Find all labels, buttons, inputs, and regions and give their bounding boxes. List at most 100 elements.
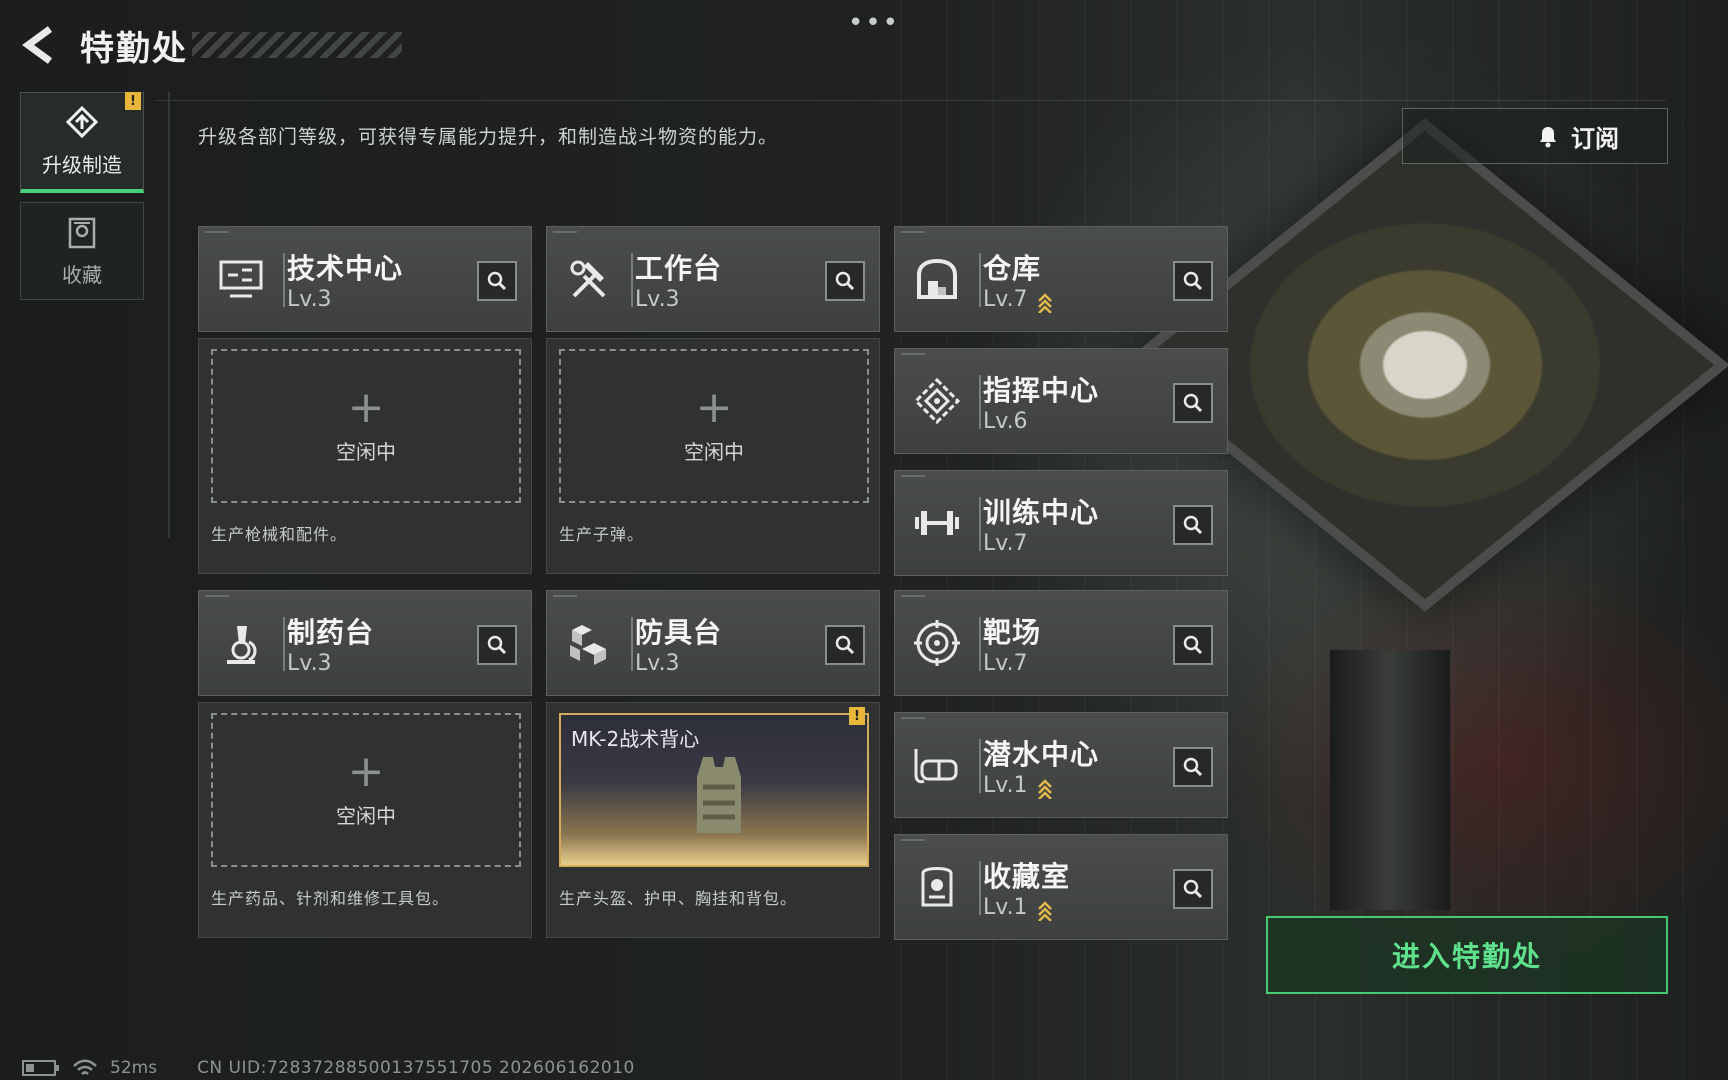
search-icon bbox=[1183, 757, 1203, 777]
dumbbell-icon bbox=[907, 493, 967, 553]
facility-card-workbench[interactable]: 工作台 Lv.3 bbox=[546, 226, 880, 332]
inspect-button[interactable] bbox=[1173, 625, 1213, 665]
inspect-button[interactable] bbox=[1173, 869, 1213, 909]
facility-card-diving-center[interactable]: 潜水中心 Lv.1 bbox=[894, 712, 1228, 818]
production-panel-workbench: + 空闲中 生产子弹。 bbox=[546, 338, 880, 574]
facility-name: 指挥中心 bbox=[983, 374, 1100, 407]
facility-name: 仓库 bbox=[983, 252, 1042, 285]
ping-readout: 52ms bbox=[110, 1058, 158, 1078]
facility-level: Lv.7 bbox=[983, 651, 1028, 676]
card-tick bbox=[901, 231, 925, 233]
search-icon bbox=[487, 271, 507, 291]
plus-icon: + bbox=[695, 381, 733, 433]
enter-button-label: 进入特勤处 bbox=[1391, 940, 1542, 973]
search-icon bbox=[1183, 879, 1203, 899]
inspect-button[interactable] bbox=[825, 625, 865, 665]
production-slot-empty[interactable]: + 空闲中 bbox=[211, 713, 521, 867]
separator bbox=[631, 617, 633, 671]
facility-name: 制药台 bbox=[287, 616, 375, 649]
facility-card-collection-room[interactable]: 收藏室 Lv.1 bbox=[894, 834, 1228, 940]
warehouse-icon bbox=[907, 249, 967, 309]
card-tick bbox=[901, 717, 925, 719]
upgrade-craft-icon bbox=[65, 105, 99, 138]
inspect-button[interactable] bbox=[1173, 747, 1213, 787]
nav-divider bbox=[168, 92, 170, 538]
facility-name: 工作台 bbox=[635, 252, 723, 285]
inspect-button[interactable] bbox=[477, 261, 517, 301]
facility-level: Lv.1 bbox=[983, 895, 1028, 920]
bell-icon bbox=[1540, 127, 1556, 148]
facility-level: Lv.3 bbox=[635, 651, 680, 676]
alert-badge: ! bbox=[125, 92, 141, 110]
card-tick bbox=[553, 231, 577, 233]
status-bar: 52ms CN UID:7283728850013755170​5 202606… bbox=[22, 1056, 635, 1080]
facility-level: Lv.3 bbox=[287, 651, 332, 676]
search-icon bbox=[1183, 271, 1203, 291]
facility-level: Lv.7 bbox=[983, 531, 1028, 556]
search-icon bbox=[835, 635, 855, 655]
card-tick bbox=[205, 231, 229, 233]
more-menu-dots[interactable]: ••• bbox=[848, 8, 900, 38]
nav-item-upgrade-craft[interactable]: ! 升级制造 bbox=[20, 92, 144, 193]
separator bbox=[631, 253, 633, 307]
facility-card-shooting-range[interactable]: 靶场 Lv.7 bbox=[894, 590, 1228, 696]
crates-icon bbox=[559, 613, 619, 673]
slot-status: 空闲中 bbox=[336, 439, 396, 464]
production-description: 生产枪械和配件。 bbox=[211, 525, 348, 544]
enter-button[interactable]: 进入特勤处 bbox=[1266, 916, 1668, 994]
production-description: 生产子弹。 bbox=[559, 525, 645, 544]
facility-card-training-center[interactable]: 训练中心 Lv.7 bbox=[894, 470, 1228, 576]
upgrade-available-icon bbox=[1038, 779, 1052, 799]
upgrade-available-icon bbox=[1038, 901, 1052, 921]
wifi-icon bbox=[73, 1059, 97, 1075]
nav-label: 收藏 bbox=[62, 262, 102, 287]
facility-name: 防具台 bbox=[635, 616, 723, 649]
facility-card-command-center[interactable]: 指挥中心 Lv.6 bbox=[894, 348, 1228, 454]
nav-label: 升级制造 bbox=[42, 152, 122, 177]
facility-card-tech-center[interactable]: 技术中心 Lv.3 bbox=[198, 226, 532, 332]
facility-name: 收藏室 bbox=[983, 860, 1071, 893]
alert-badge: ! bbox=[849, 707, 865, 725]
subscribe-label: 订阅 bbox=[1571, 124, 1619, 153]
card-tick bbox=[205, 595, 229, 597]
facility-card-armor-bench[interactable]: 防具台 Lv.3 bbox=[546, 590, 880, 696]
search-icon bbox=[487, 635, 507, 655]
top-bar: 特勤处 bbox=[20, 20, 402, 70]
production-slot-item[interactable]: MK-2战术背心 ! bbox=[559, 707, 869, 867]
command-emblem-icon bbox=[907, 371, 967, 431]
search-icon bbox=[1183, 393, 1203, 413]
separator bbox=[979, 375, 981, 429]
inspect-button[interactable] bbox=[1173, 261, 1213, 301]
production-slot-empty[interactable]: + 空闲中 bbox=[559, 349, 869, 503]
inspect-button[interactable] bbox=[825, 261, 865, 301]
production-description: 生产头盔、护甲、胸挂和背包。 bbox=[559, 889, 798, 908]
facility-card-pharmacy[interactable]: 制药台 Lv.3 bbox=[198, 590, 532, 696]
diving-mask-icon bbox=[907, 735, 967, 795]
facility-name: 靶场 bbox=[983, 616, 1042, 649]
facility-card-warehouse[interactable]: 仓库 Lv.7 bbox=[894, 226, 1228, 332]
slot-status: 空闲中 bbox=[336, 803, 396, 828]
separator bbox=[979, 617, 981, 671]
page-description: 升级各部门等级，可获得专属能力提升，和制造战斗物资的能力。 bbox=[198, 126, 779, 148]
battery-icon bbox=[22, 1060, 59, 1076]
item-name: MK-2战术背心 bbox=[571, 727, 700, 751]
target-icon bbox=[907, 613, 967, 673]
slot-status: 空闲中 bbox=[684, 439, 744, 464]
production-panel-pharmacy: + 空闲中 生产药品、针剂和维修工具包。 bbox=[198, 702, 532, 938]
upgrade-available-icon bbox=[1038, 293, 1052, 313]
separator bbox=[283, 617, 285, 671]
facility-name: 技术中心 bbox=[287, 252, 404, 285]
plus-icon: + bbox=[347, 381, 385, 433]
nav-item-collection[interactable]: 收藏 bbox=[20, 202, 144, 300]
back-arrow-icon[interactable] bbox=[20, 25, 56, 65]
inspect-button[interactable] bbox=[1173, 383, 1213, 423]
production-slot-empty[interactable]: + 空闲中 bbox=[211, 349, 521, 503]
inspect-button[interactable] bbox=[1173, 505, 1213, 545]
subscribe-button[interactable]: 订阅 bbox=[1402, 108, 1668, 164]
pillar-illustration bbox=[1330, 650, 1450, 910]
production-description: 生产药品、针剂和维修工具包。 bbox=[211, 889, 450, 908]
inspect-button[interactable] bbox=[477, 625, 517, 665]
facility-level: Lv.1 bbox=[983, 773, 1028, 798]
separator bbox=[979, 253, 981, 307]
separator bbox=[979, 861, 981, 915]
